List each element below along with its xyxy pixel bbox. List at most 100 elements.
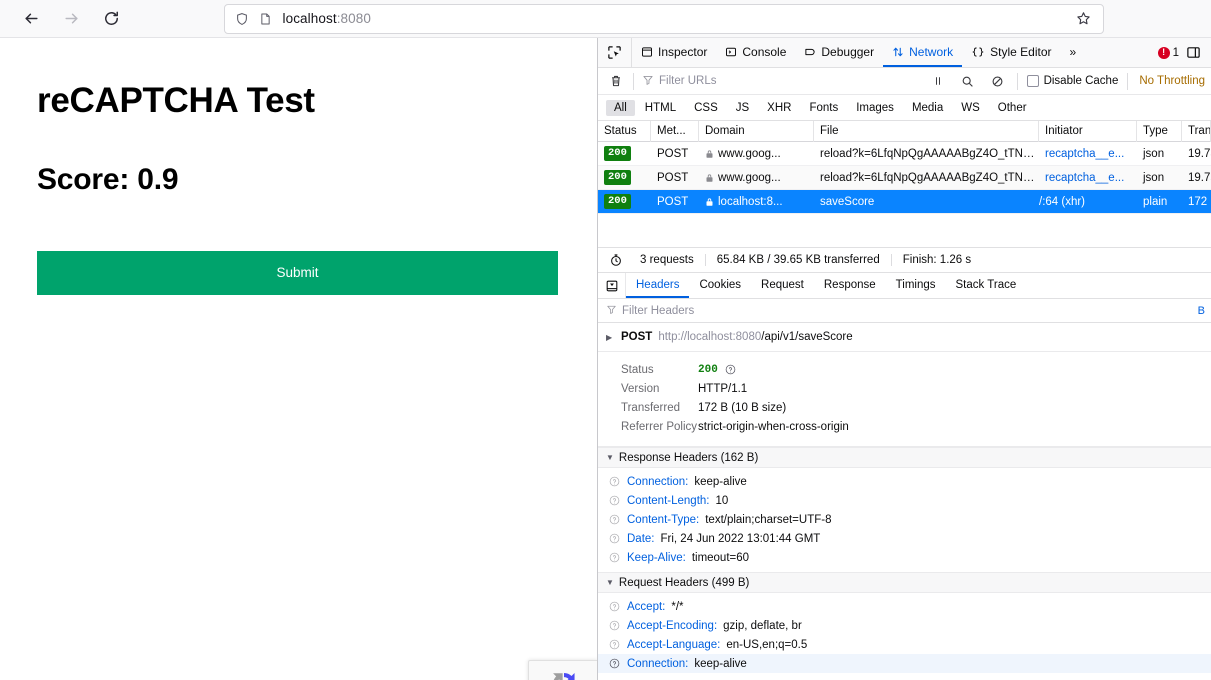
page-document-icon[interactable] bbox=[257, 12, 275, 26]
error-count-badge[interactable]: ! 1 bbox=[1158, 47, 1179, 59]
type-filter-media[interactable]: Media bbox=[904, 100, 951, 116]
forward-button[interactable] bbox=[56, 4, 86, 34]
submit-button[interactable]: Submit bbox=[37, 251, 558, 295]
summary-field-row: Transferred 172 B (10 B size) bbox=[598, 398, 1211, 417]
cell-transferred: 172 B bbox=[1182, 190, 1211, 214]
detail-tab-headers[interactable]: Headers bbox=[626, 273, 689, 298]
cell-initiator: recaptcha__e... bbox=[1039, 142, 1137, 166]
shield-icon[interactable] bbox=[233, 12, 251, 26]
tab-network[interactable]: Network bbox=[883, 38, 962, 67]
table-row[interactable]: 200 POST localhost:8... saveScore /:64 (… bbox=[598, 190, 1211, 214]
address-bar[interactable]: localhost:8080 bbox=[224, 4, 1104, 34]
field-key: Version bbox=[598, 383, 698, 395]
cell-domain: www.goog... bbox=[699, 142, 814, 166]
help-icon[interactable] bbox=[608, 619, 621, 632]
domain-text: localhost:8... bbox=[718, 196, 783, 208]
help-icon[interactable] bbox=[608, 600, 621, 613]
help-icon[interactable] bbox=[608, 638, 621, 651]
cell-initiator: /:64 (xhr) bbox=[1039, 190, 1137, 214]
request-detail-tabbar: Headers Cookies Request Response Timings… bbox=[598, 273, 1211, 299]
header-row: Accept-Language: en-US,en;q=0.5 bbox=[598, 635, 1211, 654]
table-row[interactable]: 200 POST www.goog... reload?k=6LfqNpQgAA… bbox=[598, 142, 1211, 166]
type-filter-fonts[interactable]: Fonts bbox=[801, 100, 846, 116]
tab-label: Network bbox=[909, 45, 953, 59]
request-headers-section-header[interactable]: ▼ Request Headers (499 B) bbox=[598, 572, 1211, 593]
console-icon bbox=[725, 46, 737, 58]
star-icon[interactable] bbox=[1073, 11, 1095, 26]
cell-transferred: 19.75 KB bbox=[1182, 166, 1211, 190]
raw-headers-toggle[interactable]: B bbox=[1198, 305, 1211, 317]
requests-table: Status Met... Domain File Initiator Type… bbox=[598, 121, 1211, 248]
tab-debugger[interactable]: Debugger bbox=[795, 38, 883, 67]
reload-button[interactable] bbox=[96, 4, 126, 34]
browser-toolbar: localhost:8080 bbox=[0, 0, 1211, 38]
chevron-right-icon[interactable]: ▶ bbox=[606, 333, 615, 342]
header-row: Accept-Encoding: gzip, deflate, br bbox=[598, 616, 1211, 635]
column-header-method[interactable]: Met... bbox=[651, 121, 699, 142]
column-header-file[interactable]: File bbox=[814, 121, 1039, 142]
back-button[interactable] bbox=[16, 4, 46, 34]
detail-tab-request[interactable]: Request bbox=[751, 273, 814, 298]
tab-label: Debugger bbox=[821, 45, 874, 59]
search-icon[interactable] bbox=[954, 69, 982, 93]
column-header-status[interactable]: Status bbox=[598, 121, 651, 142]
header-name: Accept-Encoding: bbox=[627, 620, 717, 632]
type-filter-xhr[interactable]: XHR bbox=[759, 100, 799, 116]
block-icon[interactable] bbox=[984, 69, 1012, 93]
detail-tab-timings[interactable]: Timings bbox=[886, 273, 946, 298]
page-title: reCAPTCHA Test bbox=[37, 82, 560, 121]
help-icon[interactable] bbox=[608, 657, 621, 670]
detail-tab-cookies[interactable]: Cookies bbox=[689, 273, 751, 298]
type-filter-ws[interactable]: WS bbox=[953, 100, 988, 116]
trash-icon[interactable] bbox=[602, 69, 630, 93]
tab-overflow[interactable]: » bbox=[1060, 38, 1085, 67]
request-details-icon[interactable] bbox=[598, 273, 626, 298]
initiator-link[interactable]: recaptcha__e... bbox=[1045, 148, 1124, 160]
url-text: localhost:8080 bbox=[283, 11, 371, 26]
tab-inspector[interactable]: Inspector bbox=[632, 38, 716, 67]
table-row[interactable]: 200 POST www.goog... reload?k=6LfqNpQgAA… bbox=[598, 166, 1211, 190]
detail-tab-response[interactable]: Response bbox=[814, 273, 886, 298]
filter-urls-input[interactable]: Filter URLs bbox=[637, 74, 924, 89]
type-filter-html[interactable]: HTML bbox=[637, 100, 684, 116]
error-icon: ! bbox=[1158, 47, 1170, 59]
pause-icon[interactable] bbox=[924, 69, 952, 93]
help-icon[interactable] bbox=[608, 513, 621, 526]
section-title: Response Headers (162 B) bbox=[619, 452, 758, 464]
type-filter-css[interactable]: CSS bbox=[686, 100, 726, 116]
request-url-summary[interactable]: ▶ POST http://localhost:8080/api/v1/save… bbox=[598, 323, 1211, 352]
recaptcha-badge[interactable]: Privacy - Terms bbox=[528, 660, 598, 680]
filter-headers-input[interactable]: Filter Headers B bbox=[598, 299, 1211, 323]
column-header-initiator[interactable]: Initiator bbox=[1039, 121, 1137, 142]
header-name: Connection: bbox=[627, 476, 688, 488]
disable-cache-checkbox[interactable]: Disable Cache bbox=[1023, 75, 1123, 87]
help-icon[interactable] bbox=[608, 551, 621, 564]
type-filter-other[interactable]: Other bbox=[990, 100, 1035, 116]
dock-layout-icon[interactable] bbox=[1181, 41, 1205, 65]
element-picker-icon[interactable] bbox=[598, 38, 632, 67]
type-filter-images[interactable]: Images bbox=[848, 100, 902, 116]
type-filter-all[interactable]: All bbox=[606, 100, 635, 116]
stopwatch-icon[interactable] bbox=[603, 253, 629, 267]
field-key: Referrer Policy bbox=[598, 421, 698, 433]
help-icon[interactable] bbox=[608, 532, 621, 545]
help-icon[interactable] bbox=[608, 475, 621, 488]
header-value: keep-alive bbox=[694, 476, 746, 488]
cell-method: POST bbox=[651, 142, 699, 166]
cell-status: 200 bbox=[598, 166, 651, 190]
help-icon[interactable] bbox=[724, 363, 737, 376]
initiator-link[interactable]: recaptcha__e... bbox=[1045, 172, 1124, 184]
column-header-domain[interactable]: Domain bbox=[699, 121, 814, 142]
type-filter-js[interactable]: JS bbox=[728, 100, 757, 116]
tab-style-editor[interactable]: Style Editor bbox=[962, 38, 1060, 67]
summary-finish: Finish: 1.26 s bbox=[892, 254, 982, 267]
devtools-panel: Inspector Console Debugger Network Style… bbox=[598, 38, 1211, 680]
tab-console[interactable]: Console bbox=[716, 38, 795, 67]
help-icon[interactable] bbox=[608, 494, 621, 507]
throttling-dropdown[interactable]: No Throttling bbox=[1133, 75, 1211, 87]
column-header-type[interactable]: Type bbox=[1137, 121, 1182, 142]
detail-tab-stack-trace[interactable]: Stack Trace bbox=[946, 273, 1027, 298]
column-header-transferred[interactable]: Transferre bbox=[1182, 121, 1211, 142]
response-headers-section-header[interactable]: ▼ Response Headers (162 B) bbox=[598, 447, 1211, 468]
status-badge: 200 bbox=[604, 146, 631, 161]
